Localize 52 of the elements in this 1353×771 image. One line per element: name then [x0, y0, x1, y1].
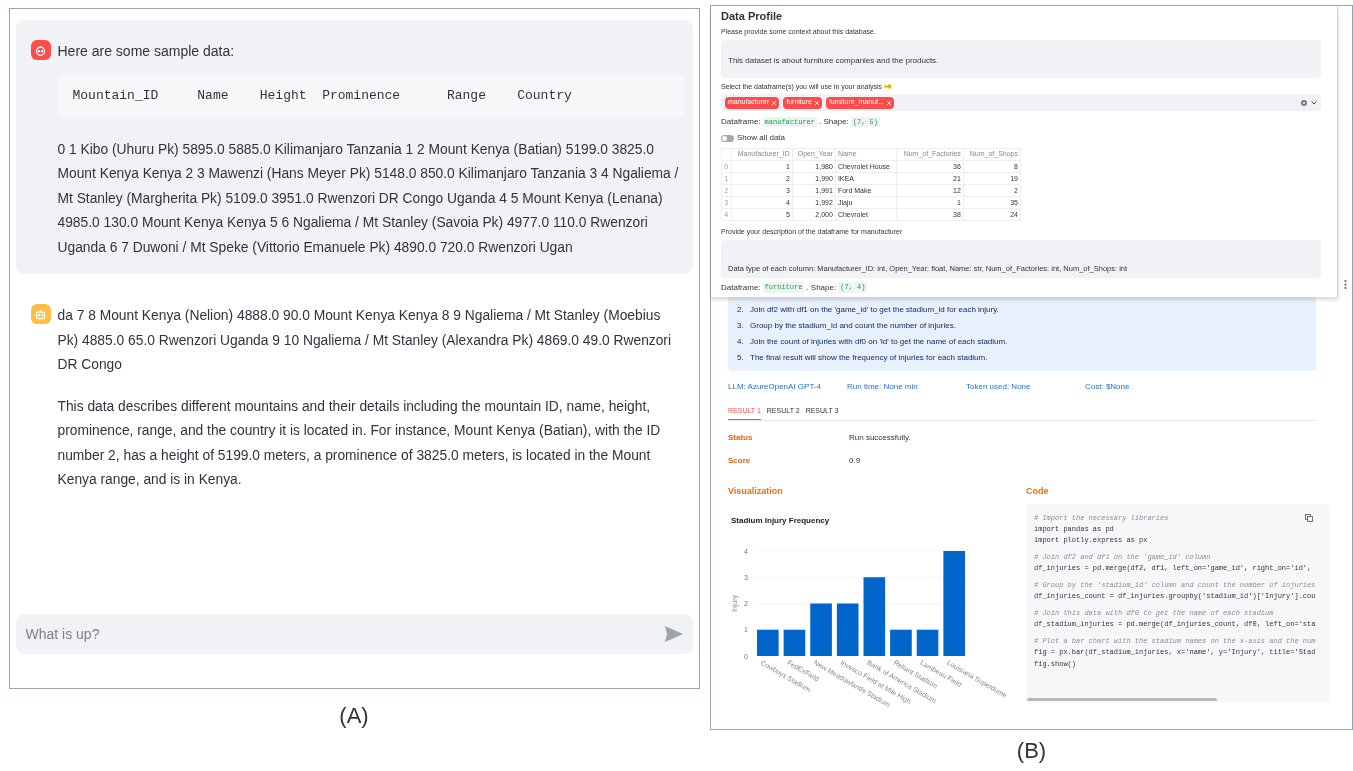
step-text: Group by the stadium_id and count the number of injuries.	[750, 319, 956, 332]
toggle-label: Show all data	[737, 132, 786, 144]
send-icon[interactable]	[664, 626, 683, 642]
shape-label: . Shape:	[806, 281, 837, 294]
metric-text: Run time: None min	[847, 380, 919, 393]
field-label: Score	[728, 455, 752, 467]
context-field[interactable]: This dataset is about furniture companies and the products.	[721, 39, 1321, 78]
panel-title: Data Profile	[721, 9, 784, 23]
bar	[836, 603, 859, 656]
kebab-menu-icon[interactable]	[1344, 279, 1347, 289]
step-number: 2.	[737, 303, 745, 316]
bar	[890, 629, 912, 656]
section-title: Visualization	[728, 485, 784, 498]
dataframe-label: Dataframe:	[721, 116, 761, 128]
remove-icon[interactable]	[886, 100, 891, 105]
remove-icon[interactable]	[772, 100, 777, 105]
metric-text: Cost: $None	[1085, 380, 1131, 393]
clear-icon[interactable]	[1301, 99, 1307, 106]
chat-input-field[interactable]: What is up?	[15, 614, 693, 654]
bar	[810, 603, 832, 656]
remove-icon[interactable]	[814, 100, 819, 105]
bot-avatar-icon	[30, 304, 51, 324]
step-number: 4.	[737, 335, 745, 348]
figure-caption: (A)	[339, 702, 369, 730]
field-value: 0.9	[849, 455, 861, 467]
shape-label: . Shape:	[819, 116, 849, 128]
chart-title: Stadium Injury Frequency	[731, 515, 830, 525]
step-text: The final result will show the frequency of injuries for each stadium.	[750, 351, 988, 364]
show-all-toggle[interactable]	[721, 134, 734, 142]
user-avatar-icon	[30, 40, 51, 60]
field-label: Status	[728, 432, 754, 444]
dataframe-label: Dataframe:	[721, 281, 761, 294]
metric-text: LLM: AzureOpenAI GPT-4	[728, 380, 822, 393]
code-block: Mountain_ID Name Height Prominence Range Country	[57, 74, 684, 118]
bar	[757, 629, 779, 656]
figure-caption: (B)	[1016, 737, 1047, 765]
metric-text: Token used: None	[966, 380, 1032, 393]
message-text: da 7 8 Mount Kenya (Nelion) 4888.0 90.0 Mount Kenya Kenya 8 9 Ngaliema / Mt Stanley (Moebius Pk) 4885.0 65.0 Rwenzori Uganda 9 10 Ngaliema / Mt Stanley (Alexandra Pk) 4869.0 49.0 Rwenzori DR Congo	[57, 307, 673, 374]
step-number: 5.	[737, 351, 745, 364]
message-text: 0 1 Kibo (Uhuru Pk) 5895.0 5885.0 Kilimanjaro Tanzania 1 2 Mount Kenya (Batian) 5199.0 3825.0 Mount Kenya Kenya 2 3 Mawenzi (Hans Meyer Pk) 5148.0 850.0 Kilimanjaro Tanzania 3 4 Ngaliema / Mt Stanley (Margherita Pk) 5109.0 3951.0 Rwenzori DR Congo Uganda 4 5 Mount Kenya (Lenana) 4985.0 130.0 Mount Kenya Kenya 5 6 Ngaliema / Mt Stanley (Savoia Pk) 4977.0 110.0 Rwenzori Uganda 6 7 Duwoni / Mt Speke (Vittorio Emanuele Pk) 4890.0 720.0 Rwenzori Ugan	[57, 140, 680, 257]
step-text: Join df2 with df1 on the 'game_id' to get the stadium_id for each injury.	[750, 303, 999, 316]
section-title: Code	[1026, 485, 1050, 498]
scrollbar[interactable]	[1027, 697, 1217, 701]
bar	[783, 629, 806, 656]
bar	[916, 629, 939, 656]
field-value: Run successfully.	[849, 432, 911, 444]
message-text: This data describes different mountains and their details including the mountain ID, name, height, prominence, range, and the country it is located in. For instance, Mount Kenya (Batian), with the ID number 2, has a height of 5199.0 meters, a prominence of 3825.0 meters, is located in the Mount Kenya range, and is in Kenya.	[57, 397, 662, 489]
chevron-down-icon[interactable]	[1311, 100, 1317, 105]
message-text: Here are some sample data:	[57, 42, 236, 61]
step-number: 3.	[737, 319, 745, 332]
step-text: Join the count of injuries with df0 on 'id' to get the name of each stadium.	[750, 335, 1008, 348]
copy-icon[interactable]	[1305, 513, 1313, 522]
